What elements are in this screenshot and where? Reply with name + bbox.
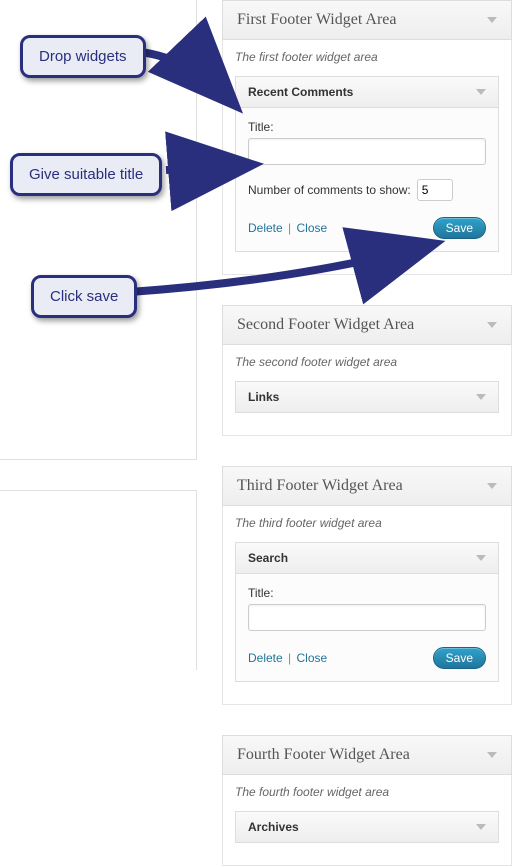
callout-suitable-title: Give suitable title (10, 153, 162, 196)
callout-text: Drop widgets (39, 48, 127, 65)
annotation-arrows (0, 0, 524, 867)
callout-text: Click save (50, 288, 118, 305)
callout-drop-widgets: Drop widgets (20, 35, 146, 78)
callout-text: Give suitable title (29, 166, 143, 183)
callout-click-save: Click save (31, 275, 137, 318)
